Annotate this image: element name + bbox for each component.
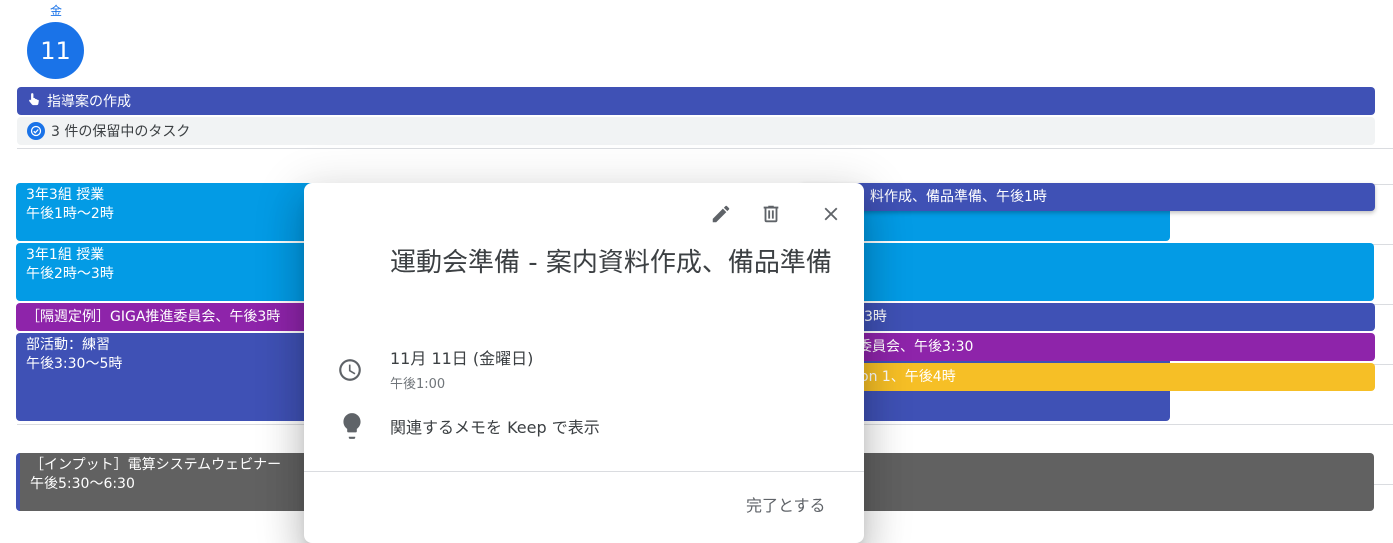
hour-line [17,148,1393,149]
event-committee-330[interactable]: 委員会、午後3:30 [800,333,1375,361]
event-sports-prep[interactable]: 料作成、備品準備、午後1時 [800,183,1375,211]
keep-link[interactable]: 関連するメモを Keep で表示 [390,414,600,438]
event-title: on 1、午後4時 [860,368,956,385]
allday-task-label: 指導案の作成 [47,94,131,110]
popup-divider [304,471,864,472]
pending-tasks-chip[interactable]: 3 件の保留中のタスク [17,117,1375,145]
popup-event-title: 運動会準備 - 案内資料作成、備品準備 [390,248,832,278]
close-icon [824,207,838,221]
date-number-button[interactable]: 11 [27,22,84,79]
event-3pm-right[interactable]: 後3時 [800,303,1375,331]
event-title: 料作成、備品準備、午後1時 [870,188,1047,205]
pending-tasks-label: 3 件の保留中のタスク [51,124,191,140]
popup-date: 11月 11日 (金曜日) [390,349,534,368]
task-check-icon [27,122,45,140]
hand-pointer-icon [27,92,41,110]
popup-time: 午後1:00 [390,377,446,392]
lightbulb-icon [339,411,365,445]
close-button[interactable] [813,196,849,232]
event-detail-popup: 運動会準備 - 案内資料作成、備品準備 11月 11日 (金曜日) 午後1:00… [304,183,864,543]
mark-done-button[interactable]: 完了とする [746,492,826,516]
delete-button[interactable] [753,196,789,232]
edit-icon [712,205,730,223]
clock-icon [337,357,363,387]
edit-button[interactable] [703,196,739,232]
weekday-label: 金 [49,4,62,18]
allday-task-chip[interactable]: 指導案の作成 [17,87,1375,115]
event-giga-committee[interactable]: ［隔週定例］GIGA推進委員会、午後3時 [16,303,316,331]
event-title: 委員会、午後3:30 [858,338,974,355]
delete-icon [763,205,779,223]
event-4pm[interactable]: on 1、午後4時 [800,363,1375,391]
event-title: ［隔週定例］GIGA推進委員会、午後3時 [26,308,281,325]
